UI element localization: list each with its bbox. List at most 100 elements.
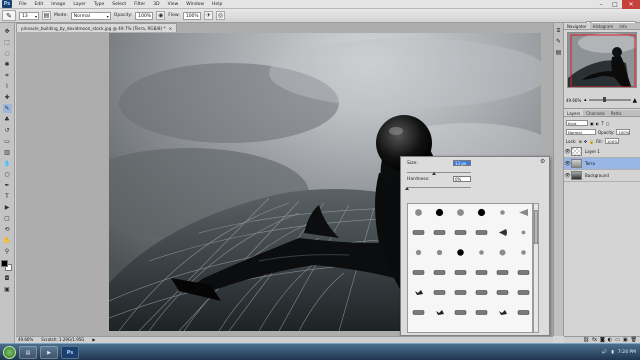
brush-preset-cell[interactable]: [471, 304, 492, 324]
history-brush-tool-icon[interactable]: ↺: [3, 126, 12, 135]
move-tool-icon[interactable]: ✥: [3, 27, 12, 36]
lasso-tool-icon[interactable]: ◌: [3, 49, 12, 58]
flow-input[interactable]: 100%: [182, 11, 201, 20]
3d-tool-icon[interactable]: ⟲: [3, 225, 12, 234]
quick-select-tool-icon[interactable]: ✱: [3, 60, 12, 69]
hardness-slider[interactable]: [407, 187, 471, 188]
layer-row-terra[interactable]: 👁 Terra: [564, 158, 640, 170]
navigator-zoom-slider[interactable]: [588, 97, 631, 102]
tab-layers[interactable]: Layers: [564, 110, 584, 116]
brush-preset-cell[interactable]: [408, 224, 429, 244]
volume-icon[interactable]: 🔊: [602, 350, 608, 355]
brush-preset-cell[interactable]: [408, 244, 429, 264]
menu-view[interactable]: View: [164, 0, 183, 9]
brush-preset-cell[interactable]: [513, 304, 532, 324]
brush-preset-cell[interactable]: [408, 204, 429, 224]
hardness-input[interactable]: 0%: [453, 176, 471, 182]
screen-mode-icon[interactable]: ▣: [3, 285, 12, 294]
filter-pixel-icon[interactable]: ▣: [590, 121, 594, 126]
explorer-icon[interactable]: ▤: [19, 345, 37, 359]
hand-tool-icon[interactable]: ✋: [3, 236, 12, 245]
brush-panel-toggle-icon[interactable]: ▤: [42, 11, 51, 20]
shape-tool-icon[interactable]: ▢: [3, 214, 12, 223]
layer-row-layer-1[interactable]: 👁 Layer 1: [564, 146, 640, 158]
menu-file[interactable]: File: [15, 0, 31, 9]
brush-tool-icon[interactable]: ✎: [2, 104, 12, 113]
menu-image[interactable]: Image: [47, 0, 69, 9]
blur-tool-icon[interactable]: 💧: [3, 159, 12, 168]
crop-tool-icon[interactable]: ⌗: [3, 71, 12, 80]
start-button[interactable]: [3, 345, 16, 359]
dodge-tool-icon[interactable]: ○: [3, 170, 12, 179]
brush-preset-cell[interactable]: [513, 204, 532, 224]
close-tab-icon[interactable]: ×: [169, 26, 173, 31]
pen-tool-icon[interactable]: ✒: [3, 181, 12, 190]
brush-preset-cell[interactable]: [408, 264, 429, 284]
brush-preset-cell[interactable]: [471, 204, 492, 224]
filter-shape-icon[interactable]: ▢: [606, 121, 610, 126]
menu-layer[interactable]: Layer: [69, 0, 90, 9]
network-icon[interactable]: ▮: [611, 350, 613, 355]
history-panel-icon[interactable]: ⧖: [555, 27, 563, 35]
brush-panel-icon[interactable]: ✎: [555, 38, 563, 46]
brush-preset-cell[interactable]: [492, 264, 513, 284]
clock[interactable]: 7:24 PM: [618, 350, 636, 355]
path-select-tool-icon[interactable]: ▶: [3, 203, 12, 212]
brush-preset-cell[interactable]: [408, 284, 429, 304]
brush-preset-cell[interactable]: [408, 304, 429, 324]
gradient-tool-icon[interactable]: ▥: [3, 148, 12, 157]
blend-mode-select[interactable]: Normal: [566, 129, 596, 135]
brush-preset-cell[interactable]: [429, 204, 450, 224]
brush-preset-cell[interactable]: [513, 224, 532, 244]
brush-preset-cell[interactable]: [513, 264, 532, 284]
lock-all-icon[interactable]: 🔒: [589, 139, 594, 144]
foreground-color-swatch[interactable]: [1, 260, 8, 267]
zoom-out-icon[interactable]: ▴: [584, 97, 587, 103]
tool-preset-picker[interactable]: ✎: [2, 10, 16, 21]
lock-position-icon[interactable]: ✥: [584, 139, 587, 144]
brush-preset-cell[interactable]: [492, 244, 513, 264]
media-player-icon[interactable]: ▶: [40, 345, 58, 359]
size-slider[interactable]: [407, 172, 471, 173]
pressure-size-icon[interactable]: ◎: [215, 11, 225, 20]
layer-fill-input[interactable]: 100%: [604, 138, 619, 144]
brush-preset-cell[interactable]: [450, 224, 471, 244]
layer-filter-kind[interactable]: Kind: [566, 120, 588, 126]
document-tab[interactable]: pinnacle_building_by_devidmoon_stock.jpg…: [16, 23, 178, 32]
size-slider-knob[interactable]: [432, 172, 436, 175]
close-button[interactable]: ✕: [622, 0, 640, 9]
airbrush-icon[interactable]: ✈: [203, 11, 213, 20]
brush-preset-cell[interactable]: [513, 284, 532, 304]
menu-help[interactable]: Help: [208, 0, 226, 9]
brush-preset-cell[interactable]: [450, 264, 471, 284]
brush-preset-cell[interactable]: [429, 244, 450, 264]
brush-preset-cell[interactable]: [492, 224, 513, 244]
minimize-button[interactable]: –: [594, 0, 608, 9]
brush-preset-cell[interactable]: [492, 204, 513, 224]
zoom-tool-icon[interactable]: ⚲: [3, 247, 12, 256]
brush-preset-cell[interactable]: [450, 204, 471, 224]
pressure-opacity-icon[interactable]: ◉: [156, 11, 166, 20]
marquee-tool-icon[interactable]: ⬚: [3, 38, 12, 47]
brush-preset-cell[interactable]: [471, 264, 492, 284]
brush-grid-scrollbar[interactable]: [533, 203, 539, 333]
maximize-button[interactable]: □: [608, 0, 622, 9]
tab-paths[interactable]: Paths: [608, 110, 625, 116]
brush-preset-cell[interactable]: [450, 284, 471, 304]
photoshop-taskbar-icon[interactable]: Ps: [61, 345, 79, 359]
brush-preset-cell[interactable]: [429, 304, 450, 324]
navigator-zoom-knob[interactable]: [602, 97, 606, 102]
color-swatches[interactable]: [1, 260, 13, 272]
properties-panel-icon[interactable]: ▤: [555, 49, 563, 57]
layer-row-background[interactable]: 👁 Background: [564, 170, 640, 182]
tab-info[interactable]: Info: [616, 23, 630, 29]
menu-type[interactable]: Type: [90, 0, 108, 9]
visibility-eye-icon[interactable]: 👁: [564, 173, 571, 179]
gear-icon[interactable]: ⚙: [540, 159, 546, 165]
menu-window[interactable]: Window: [182, 0, 208, 9]
opacity-input[interactable]: 100%: [135, 11, 154, 20]
visibility-eye-icon[interactable]: 👁: [564, 149, 571, 155]
brush-preset-cell[interactable]: [450, 244, 471, 264]
hardness-slider-knob[interactable]: [405, 187, 409, 190]
eraser-tool-icon[interactable]: ▭: [3, 137, 12, 146]
